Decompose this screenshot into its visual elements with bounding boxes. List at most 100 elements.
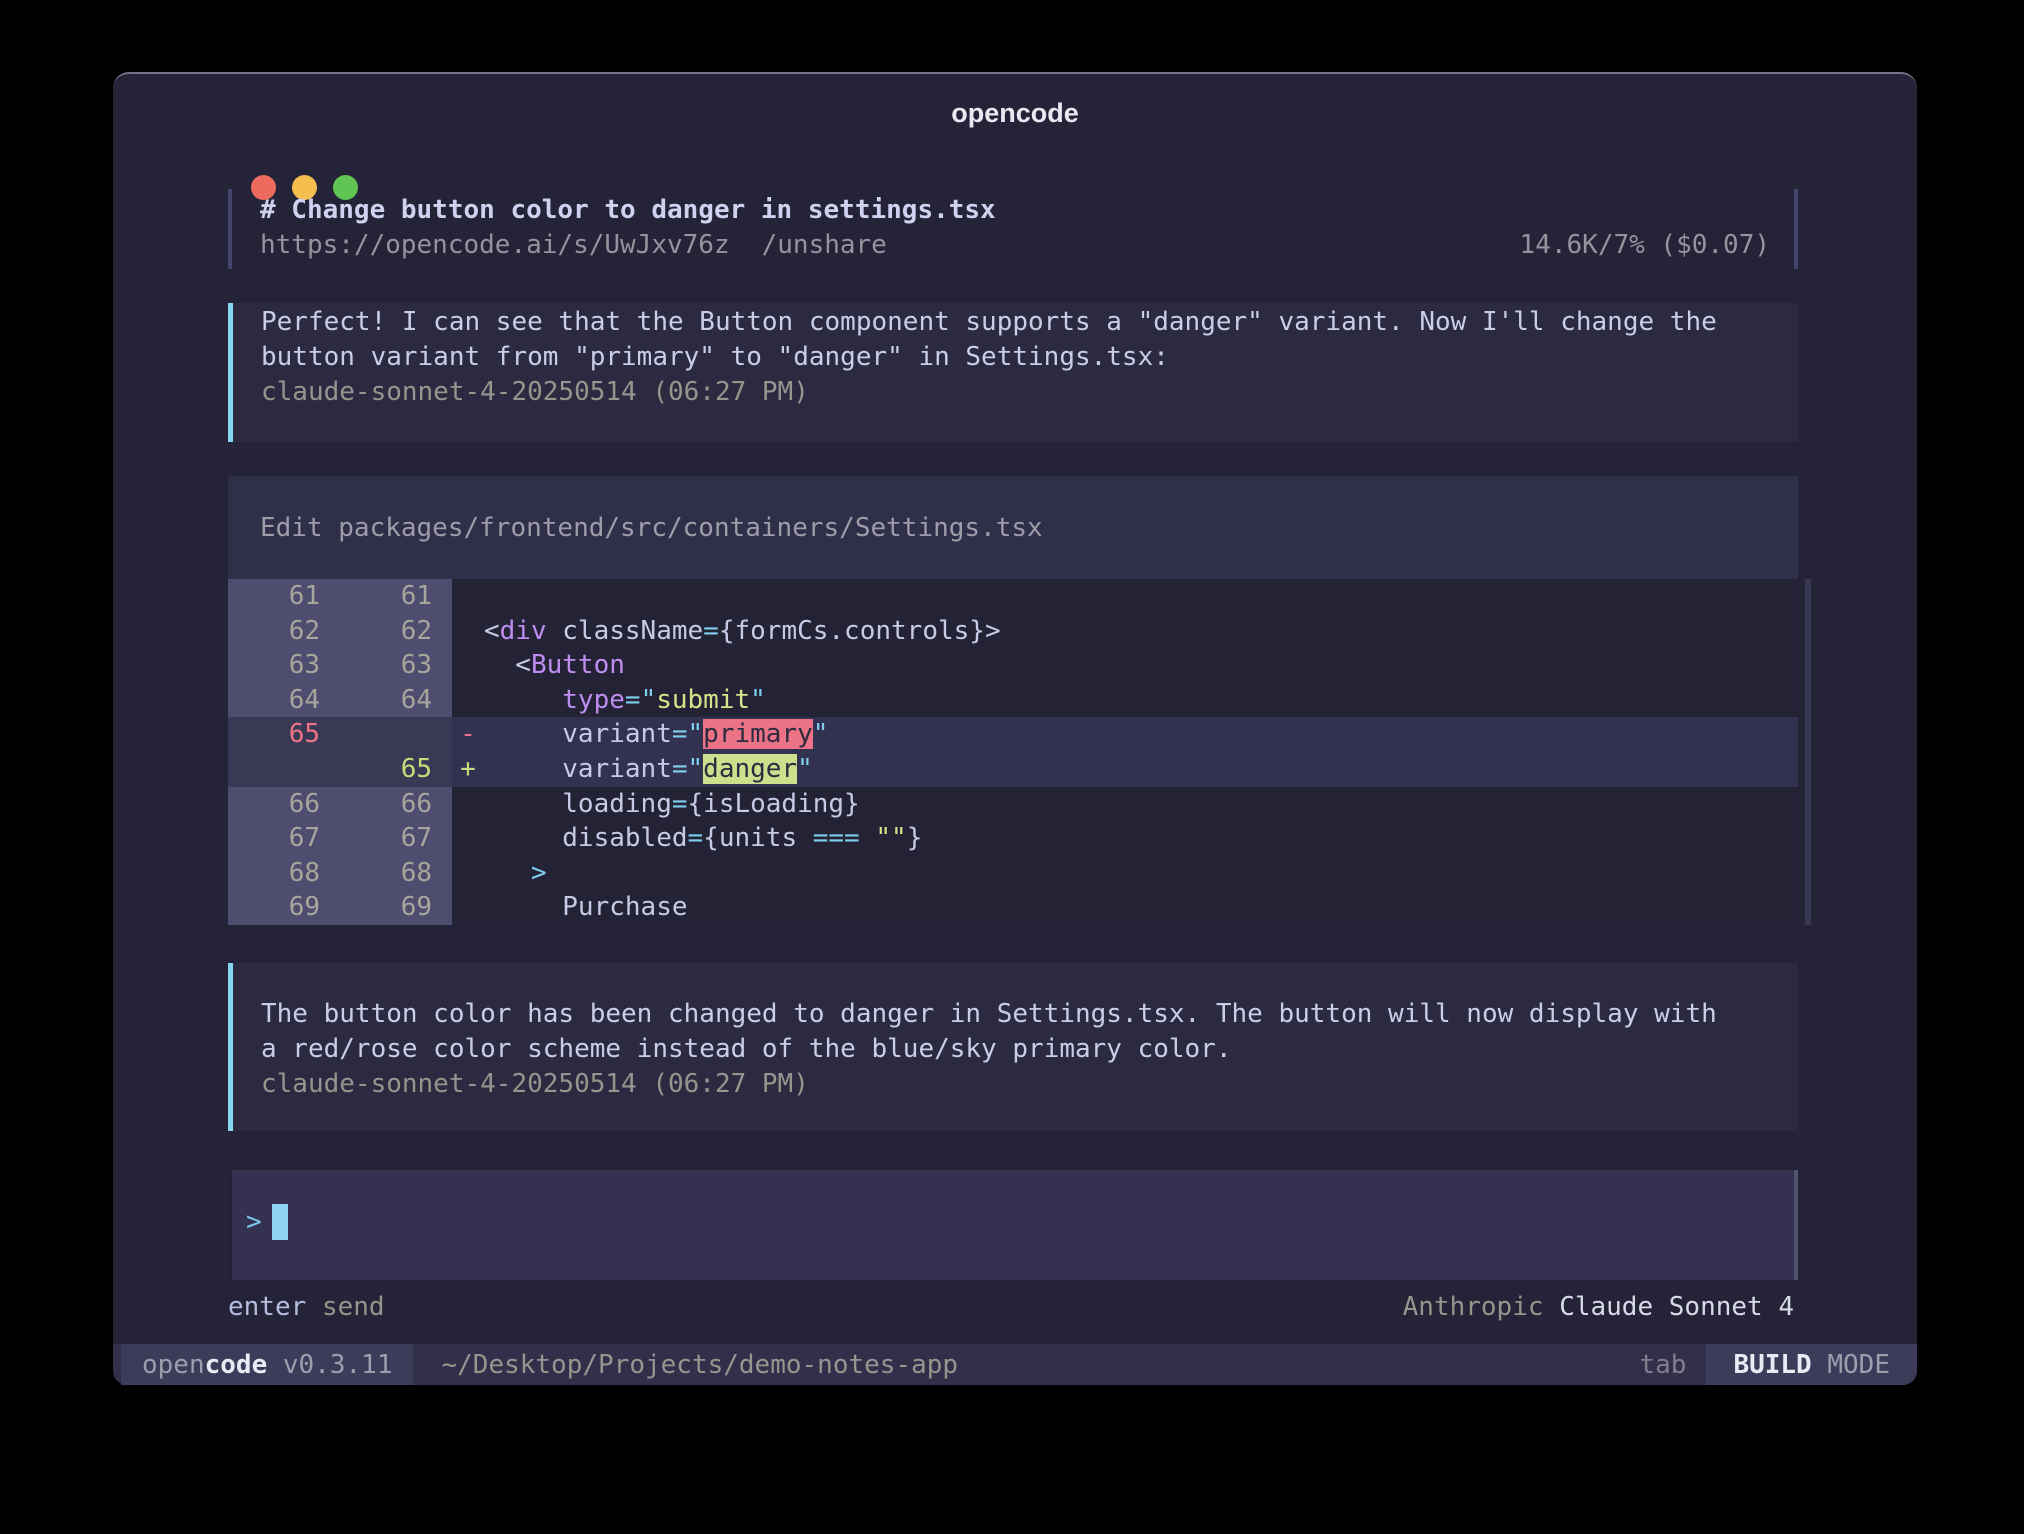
code-token: variant [562,719,672,749]
code-line: Purchase [484,890,688,925]
diff-row: 6666 loading={isLoading} [228,787,1798,822]
code-token: } [907,823,923,853]
code-line: > [484,856,547,891]
app-version: v0.3.11 [283,1350,393,1380]
old-line-number: 62 [228,614,320,649]
code-token: div [500,616,547,646]
diff-gutter: 6666 [228,787,452,822]
diff-sign [452,648,484,683]
prompt-symbol: > [246,1204,262,1240]
old-line-number: 64 [228,683,320,718]
old-line-number: 67 [228,821,320,856]
session-header: # Change button color to danger in setti… [228,189,1798,269]
diff-row: 6969 Purchase [228,890,1798,925]
old-line-number: 68 [228,856,320,891]
old-line-number: 65 [228,717,320,752]
code-token: = [672,789,688,819]
old-line-number: 61 [228,579,320,614]
code-token: danger [703,754,797,784]
app-name-code: code [205,1350,268,1380]
app-name-open: open [142,1350,205,1380]
code-token [484,858,531,888]
code-token: {isLoading} [688,789,860,819]
model-indicator: Anthropic Claude Sonnet 4 [1403,1290,1794,1325]
new-line-number: 63 [320,648,432,683]
diff-gutter: 6868 [228,856,452,891]
code-token: "" [875,823,906,853]
old-line-number [228,752,320,787]
diff-gutter: 6363 [228,648,452,683]
edit-tool-header: Edit packages/frontend/src/containers/Se… [228,476,1798,579]
send-action-hint: send [322,1292,385,1322]
code-line: <div className={formCs.controls}> [484,614,1001,649]
message-text-line: Perfect! I can see that the Button compo… [261,305,1770,340]
new-line-number: 67 [320,821,432,856]
diff-row: 6868 > [228,856,1798,891]
hints-row: enter send Anthropic Claude Sonnet 4 [228,1290,1798,1325]
code-token: = [672,719,688,749]
provider-name: Anthropic [1403,1292,1544,1322]
code-token: loading [562,789,672,819]
diff-gutter: 6262 [228,614,452,649]
code-token: " [797,754,813,784]
prompt-input[interactable]: > [228,1170,1798,1280]
context-stats: 14.6K/7% ($0.07) [1520,228,1770,263]
code-token: {units [703,823,813,853]
diff-sign: - [452,717,484,752]
assistant-message: Perfect! I can see that the Button compo… [228,303,1798,442]
mode-indicator[interactable]: BUILD MODE [1706,1344,1917,1385]
diff-gutter: 65 [228,717,452,752]
diff-scrollbar[interactable] [1805,579,1811,925]
old-line-number: 63 [228,648,320,683]
code-token: Purchase [562,892,687,922]
code-token: = [703,616,719,646]
diff-rows: 61616262 <div className={formCs.controls}… [228,579,1798,925]
code-line: variant="danger" [484,752,813,787]
code-token: === [813,823,860,853]
diff-row: 6161 [228,579,1798,614]
code-token: Button [531,650,625,680]
message-meta: claude-sonnet-4-20250514 (06:27 PM) [261,375,1770,410]
diff-sign [452,683,484,718]
working-directory: ~/Desktop/Projects/demo-notes-app [441,1350,958,1380]
code-token: primary [703,719,813,749]
title-bar: opencode [113,74,1917,146]
code-token: = [688,823,704,853]
message-text-line: a red/rose color scheme instead of the b… [261,1032,1770,1067]
session-title: # Change button color to danger in setti… [260,193,1770,228]
diff-gutter: 65 [228,752,452,787]
diff-sign [452,787,484,822]
mode-label: MODE [1827,1350,1890,1380]
code-token: disabled [562,823,687,853]
message-lines: Perfect! I can see that the Button compo… [261,305,1770,375]
old-line-number: 69 [228,890,320,925]
code-token: " [641,685,657,715]
message-meta: claude-sonnet-4-20250514 (06:27 PM) [261,1067,1770,1102]
code-token [860,823,876,853]
diff-sign: + [452,752,484,787]
code-line: type="submit" [484,683,766,718]
code-token: = [672,754,688,784]
new-line-number: 62 [320,614,432,649]
code-token [484,685,562,715]
code-token: > [985,616,1001,646]
new-line-number: 68 [320,856,432,891]
new-line-number: 64 [320,683,432,718]
code-line: disabled={units === ""} [484,821,922,856]
code-token: " [688,719,704,749]
status-bar: opencode v0.3.11 ~/Desktop/Projects/demo… [113,1344,1917,1385]
code-token: < [484,650,531,680]
share-url[interactable]: https://opencode.ai/s/UwJxv76z [260,228,730,263]
diff-row: 6363 <Button [228,648,1798,683]
code-token [484,754,562,784]
code-token [484,892,562,922]
code-token: variant [562,754,672,784]
diff-sign [452,890,484,925]
diff-row: 6464 type="submit" [228,683,1798,718]
code-token [484,789,562,819]
app-window: opencode # Change button color to danger… [113,72,1917,1385]
diff-gutter: 6464 [228,683,452,718]
enter-key-hint: enter [228,1292,306,1322]
diff-gutter: 6969 [228,890,452,925]
diff-sign [452,579,484,614]
